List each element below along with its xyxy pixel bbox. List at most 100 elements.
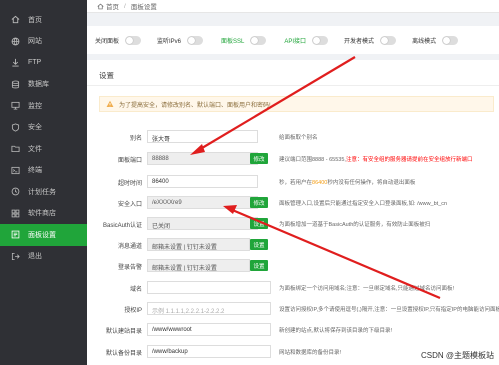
switch-label: 监听IPv6 <box>157 38 182 45</box>
port-label: 面板端口 <box>117 158 142 164</box>
auth-ip-row: 授权IP 示例 1.1.1.1,2.2.2.1-2.2.2.2 设置访问授权IP… <box>87 302 499 316</box>
port-hint-text: 建议端口范围8888 - 65535, <box>279 157 346 163</box>
sidebar-item-files[interactable]: 文件 <box>0 138 87 160</box>
home-icon <box>11 15 20 24</box>
auth-ip-input[interactable]: 示例 1.1.1.1,2.2.2.1-2.2.2.2 <box>147 302 271 315</box>
ssl-toggle[interactable] <box>250 35 267 45</box>
domain-input[interactable] <box>147 281 271 294</box>
port-hint-warning: 注意：有安全组的服务器请提前在安全组放行新端口 <box>345 157 473 163</box>
switch-label: 开发者模式 <box>344 38 375 45</box>
switch-label: 离线模式 <box>412 38 437 45</box>
timeout-hint-suffix: 秒内没有任何操作，将自动退出面板 <box>327 180 416 186</box>
breadcrumb-home-link[interactable]: 首页 <box>106 1 119 11</box>
message-label: 消息通道 <box>117 244 142 250</box>
basicauth-set-button[interactable]: 设置 <box>250 218 268 229</box>
sidebar-item-label: 监控 <box>28 102 42 110</box>
sidebar-item-label: 安全 <box>28 124 42 132</box>
shield-icon <box>11 123 20 132</box>
close-panel-toggle[interactable] <box>125 35 142 45</box>
warning-icon <box>106 100 114 108</box>
domain-label: 域名 <box>129 287 142 293</box>
divider <box>87 85 499 86</box>
port-modify-button[interactable]: 修改 <box>250 153 268 164</box>
timeout-input[interactable]: 86400 <box>147 175 258 188</box>
timeout-row: 超时时间 86400 秒，若用户在86400秒内没有任何操作，将自动退出面板 <box>87 175 499 189</box>
watermark: CSDN @主题模板站 <box>420 351 494 360</box>
globe-icon <box>11 37 20 46</box>
switch-offline: 离线模式 <box>412 35 459 45</box>
basicauth-hint: 为面板增加一道基于BasicAuth的认证服务，有效防止面板被扫 <box>279 222 431 228</box>
sidebar-item-monitor[interactable]: 监控 <box>0 95 87 117</box>
message-input[interactable]: 邮箱未设置 | 钉钉未设置 <box>147 238 250 251</box>
switch-label: 面板SSL <box>221 38 245 45</box>
alias-row: 别名 张大哥 给面板取个别名 <box>87 130 499 144</box>
sidebar-item-panel-settings[interactable]: 面板设置 <box>0 224 87 246</box>
auth-ip-label: 授权IP <box>124 308 142 314</box>
site-dir-input[interactable]: /www/wwwroot <box>147 323 271 336</box>
switch-developer: 开发者模式 <box>344 35 397 45</box>
sidebar-item-sites[interactable]: 网站 <box>0 31 87 53</box>
port-hint: 建议端口范围8888 - 65535,注意：有安全组的服务器请提前在安全组放行新… <box>279 155 472 163</box>
switch-ssl: 面板SSL <box>221 35 267 45</box>
sidebar-item-label: 软件商店 <box>28 210 56 218</box>
security-notice: 为了提高安全，请修改别名、默认端口、面板用户和密码! <box>99 96 494 112</box>
sidebar-item-ftp[interactable]: FTP <box>0 52 87 74</box>
entry-input[interactable]: /eXXXXre9 <box>147 196 258 209</box>
port-row: 面板端口 88888 修改 建议端口范围8888 - 65535,注意：有安全组… <box>87 152 499 166</box>
notice-text: 为了提高安全，请修改别名、默认端口、面板用户和密码! <box>119 102 271 109</box>
switch-label: API接口 <box>284 38 307 45</box>
entry-modify-button[interactable]: 修改 <box>250 197 268 208</box>
ipv6-toggle[interactable] <box>187 35 204 45</box>
store-icon <box>11 209 20 218</box>
sidebar-item-store[interactable]: 软件商店 <box>0 203 87 225</box>
monitor-icon <box>11 101 20 110</box>
entry-row: 安全入口 /eXXXXre9 修改 面板管理入口,设置后只能通过指定安全入口登录… <box>87 196 499 210</box>
timeout-hint-prefix: 秒，若用户在 <box>279 180 313 186</box>
sidebar-item-label: FTP <box>28 59 42 67</box>
timeout-hint: 秒，若用户在86400秒内没有任何操作，将自动退出面板 <box>279 178 415 186</box>
clock-icon <box>11 187 20 196</box>
alias-hint: 给面板取个别名 <box>279 135 318 141</box>
switch-bar: 关闭面板 监听IPv6 面板SSL API接口 开发者模式 离线模式 <box>87 26 499 54</box>
switch-close-panel: 关闭面板 <box>95 35 142 45</box>
settings-panel: 设置 为了提高安全，请修改别名、默认端口、面板用户和密码! 别名 张大哥 给面板… <box>87 60 499 365</box>
sidebar-item-label: 首页 <box>28 16 42 24</box>
offline-toggle[interactable] <box>442 35 459 45</box>
port-input[interactable]: 88888 <box>147 152 258 165</box>
sidebar-item-label: 文件 <box>28 145 42 153</box>
sidebar-item-home[interactable]: 首页 <box>0 9 87 31</box>
settings-icon <box>11 230 20 239</box>
logout-icon <box>11 252 20 261</box>
basicauth-input[interactable]: 已关闭 <box>147 217 258 230</box>
breadcrumb-current: 面板设置 <box>130 4 157 11</box>
sidebar-item-label: 计划任务 <box>28 188 56 196</box>
backup-dir-input[interactable]: /www/backup <box>147 345 271 358</box>
breadcrumb-separator: / <box>124 2 126 10</box>
message-set-button[interactable]: 设置 <box>250 239 268 250</box>
database-icon <box>11 80 20 89</box>
login-alert-set-button[interactable]: 设置 <box>250 260 268 271</box>
sidebar: 首页 网站 FTP 数据库 监控 安全 文件 终端 计划任务 软件商店 面板设置 <box>0 0 87 365</box>
terminal-icon <box>11 166 20 175</box>
sidebar-item-database[interactable]: 数据库 <box>0 74 87 96</box>
api-toggle[interactable] <box>312 35 329 45</box>
sidebar-item-cron[interactable]: 计划任务 <box>0 181 87 203</box>
panel-title: 设置 <box>99 71 114 80</box>
sidebar-item-label: 退出 <box>28 253 42 261</box>
sidebar-item-label: 终端 <box>28 167 42 175</box>
developer-toggle[interactable] <box>380 35 397 45</box>
site-dir-hint: 新创建的站点,默认将保存到该目录的下级目录! <box>279 328 393 334</box>
login-alert-input[interactable]: 邮箱未设置 | 钉钉未设置 <box>147 259 250 272</box>
basicauth-row: BasicAuth认证 已关闭 设置 为面板增加一道基于BasicAuth的认证… <box>87 217 499 231</box>
site-dir-row: 默认建站目录 /www/wwwroot 新创建的站点,默认将保存到该目录的下级目… <box>87 323 499 337</box>
folder-icon <box>11 144 20 153</box>
alias-label: 别名 <box>129 136 142 142</box>
login-alert-row: 登录告警 邮箱未设置 | 钉钉未设置 设置 <box>87 259 499 273</box>
sidebar-item-terminal[interactable]: 终端 <box>0 160 87 182</box>
basicauth-label: BasicAuth认证 <box>102 223 142 229</box>
sidebar-item-logout[interactable]: 退出 <box>0 246 87 268</box>
entry-hint: 面板管理入口,设置后只能通过指定安全入口登录面板,如: /www_bt_cn <box>279 201 448 207</box>
sidebar-item-security[interactable]: 安全 <box>0 117 87 139</box>
alias-input[interactable]: 张大哥 <box>147 130 258 143</box>
switch-ipv6: 监听IPv6 <box>157 35 204 45</box>
